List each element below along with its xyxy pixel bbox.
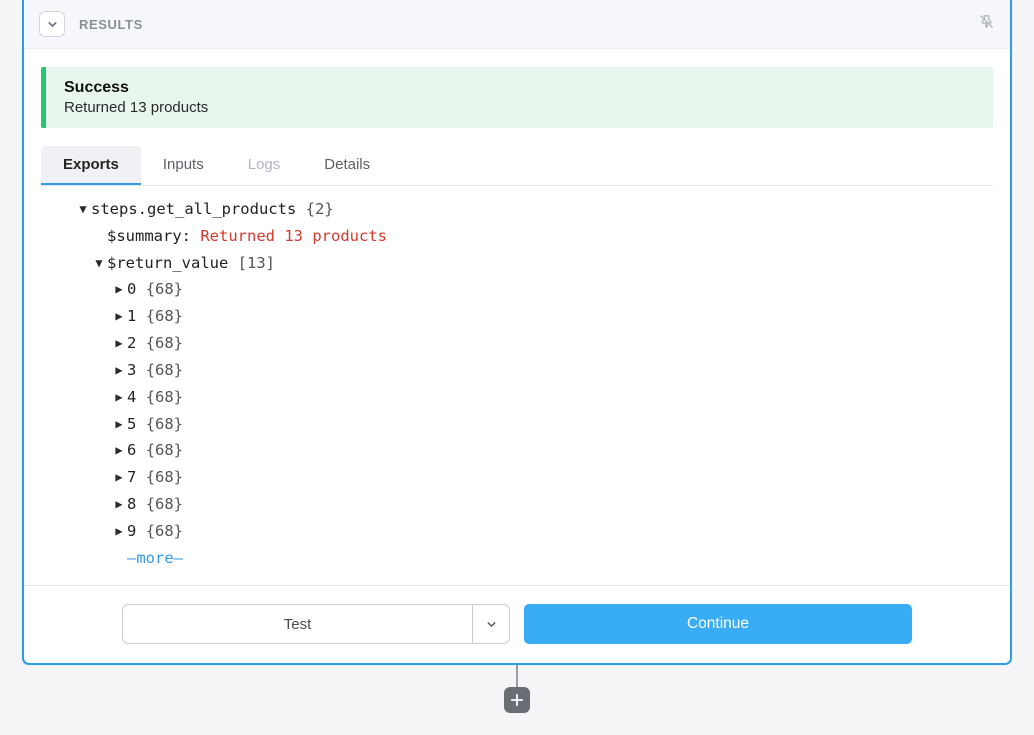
test-dropdown-button[interactable] — [472, 604, 510, 644]
tree-item[interactable]: 5 {68} — [41, 411, 993, 438]
caret-right-icon[interactable] — [113, 306, 125, 327]
caret-right-icon[interactable] — [113, 387, 125, 408]
success-message: Returned 13 products — [64, 99, 975, 116]
tree-item[interactable]: 4 {68} — [41, 384, 993, 411]
result-tabs: Exports Inputs Logs Details — [41, 146, 993, 186]
caret-right-icon[interactable] — [113, 494, 125, 515]
results-footer: Test Continue — [23, 585, 1011, 664]
tree-summary: $summary: Returned 13 products — [41, 223, 993, 250]
caret-right-icon[interactable] — [113, 414, 125, 435]
tab-details[interactable]: Details — [302, 146, 392, 185]
tab-exports[interactable]: Exports — [41, 146, 141, 185]
results-title: RESULTS — [79, 17, 143, 32]
tree-item[interactable]: 0 {68} — [41, 276, 993, 303]
tree-item[interactable]: 9 {68} — [41, 518, 993, 545]
caret-right-icon[interactable] — [113, 360, 125, 381]
results-header: RESULTS — [23, 0, 1011, 49]
tree-root[interactable]: steps.get_all_products {2} — [41, 196, 993, 223]
tree-item[interactable]: 8 {68} — [41, 491, 993, 518]
chevron-down-icon — [485, 618, 498, 631]
tree-item[interactable]: 1 {68} — [41, 303, 993, 330]
test-button[interactable]: Test — [122, 604, 472, 644]
tree-item[interactable]: 2 {68} — [41, 330, 993, 357]
caret-right-icon[interactable] — [113, 279, 125, 300]
collapse-button[interactable] — [39, 11, 65, 37]
tab-inputs[interactable]: Inputs — [141, 146, 226, 185]
test-button-group: Test — [122, 604, 510, 644]
caret-down-icon[interactable] — [93, 253, 105, 274]
summary-value: Returned 13 products — [200, 223, 387, 250]
results-body: Success Returned 13 products Exports Inp… — [23, 49, 1011, 585]
success-title: Success — [64, 79, 975, 97]
success-banner: Success Returned 13 products — [41, 67, 993, 128]
unpin-icon[interactable] — [978, 13, 995, 35]
results-panel: RESULTS Success Returned 13 products Exp… — [22, 0, 1012, 665]
caret-right-icon[interactable] — [113, 440, 125, 461]
tree-item[interactable]: 7 {68} — [41, 464, 993, 491]
data-tree: steps.get_all_products {2} $summary: Ret… — [41, 186, 993, 585]
more-link[interactable]: —more— — [41, 545, 993, 572]
caret-right-icon[interactable] — [113, 521, 125, 542]
tree-item[interactable]: 6 {68} — [41, 437, 993, 464]
continue-button[interactable]: Continue — [524, 604, 912, 644]
chevron-down-icon — [46, 18, 59, 31]
caret-down-icon[interactable] — [77, 199, 89, 220]
tree-item[interactable]: 3 {68} — [41, 357, 993, 384]
tab-logs: Logs — [226, 146, 303, 185]
caret-right-icon[interactable] — [113, 333, 125, 354]
tree-return-value[interactable]: $return_value [13] — [41, 250, 993, 277]
add-step-button[interactable] — [504, 687, 530, 713]
step-connector — [0, 665, 1034, 713]
connector-line — [516, 665, 518, 687]
plus-icon — [510, 693, 524, 707]
caret-right-icon[interactable] — [113, 467, 125, 488]
